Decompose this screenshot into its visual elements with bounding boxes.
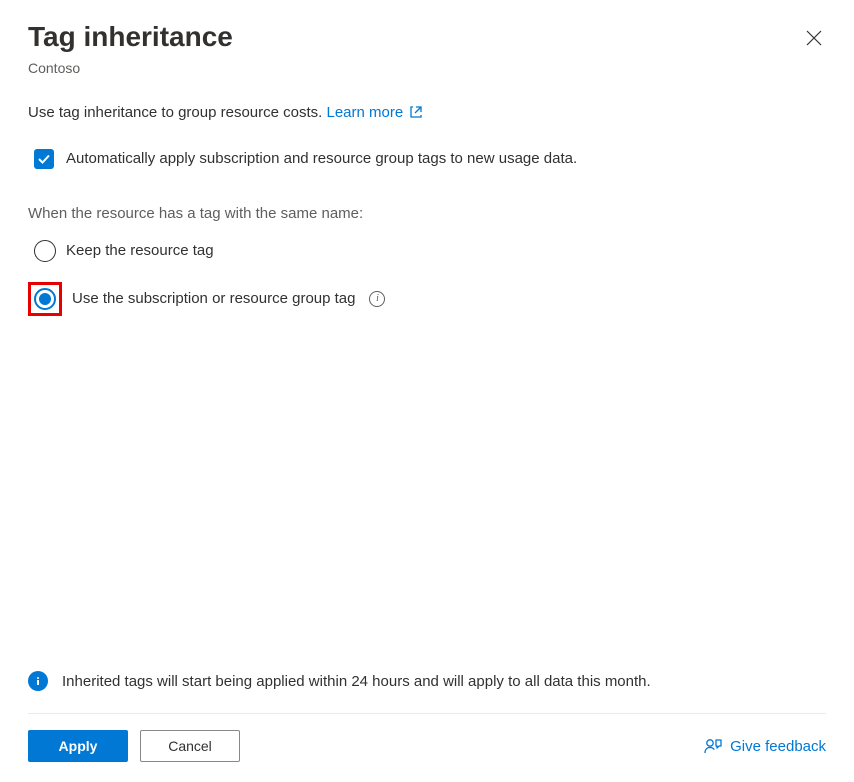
radio-use-subscription-tag[interactable]: Use the subscription or resource group t…: [28, 282, 826, 316]
cancel-button[interactable]: Cancel: [140, 730, 240, 762]
close-button[interactable]: [802, 26, 826, 53]
info-icon[interactable]: i: [369, 291, 385, 307]
apply-button[interactable]: Apply: [28, 730, 128, 762]
learn-more-link[interactable]: Learn more: [327, 104, 424, 121]
radio-button-keep[interactable]: [34, 240, 56, 262]
radio-section-label: When the resource has a tag with the sam…: [28, 205, 826, 222]
checkmark-icon: [37, 152, 51, 166]
radio-button-use-subscription[interactable]: [34, 288, 56, 310]
external-link-icon: [409, 105, 423, 119]
auto-apply-label: Automatically apply subscription and res…: [66, 150, 577, 167]
give-feedback-link[interactable]: Give feedback: [704, 737, 826, 755]
radio-keep-resource-tag[interactable]: Keep the resource tag: [34, 240, 826, 262]
description-text: Use tag inheritance to group resource co…: [28, 104, 826, 121]
page-subtitle: Contoso: [28, 60, 826, 76]
close-icon: [806, 30, 822, 46]
highlight-box: [28, 282, 62, 316]
feedback-icon: [704, 737, 722, 755]
page-title: Tag inheritance: [28, 20, 233, 54]
radio-label-keep: Keep the resource tag: [66, 242, 214, 259]
radio-inner-dot: [39, 293, 51, 305]
radio-label-use-subscription: Use the subscription or resource group t…: [72, 290, 355, 307]
info-banner-text: Inherited tags will start being applied …: [62, 673, 651, 690]
info-banner: Inherited tags will start being applied …: [28, 667, 826, 695]
info-circle-icon: [28, 671, 48, 691]
footer-separator: [28, 713, 826, 714]
auto-apply-checkbox-row[interactable]: Automatically apply subscription and res…: [34, 149, 826, 169]
footer: Apply Cancel Give feedback: [28, 730, 826, 762]
auto-apply-checkbox[interactable]: [34, 149, 54, 169]
